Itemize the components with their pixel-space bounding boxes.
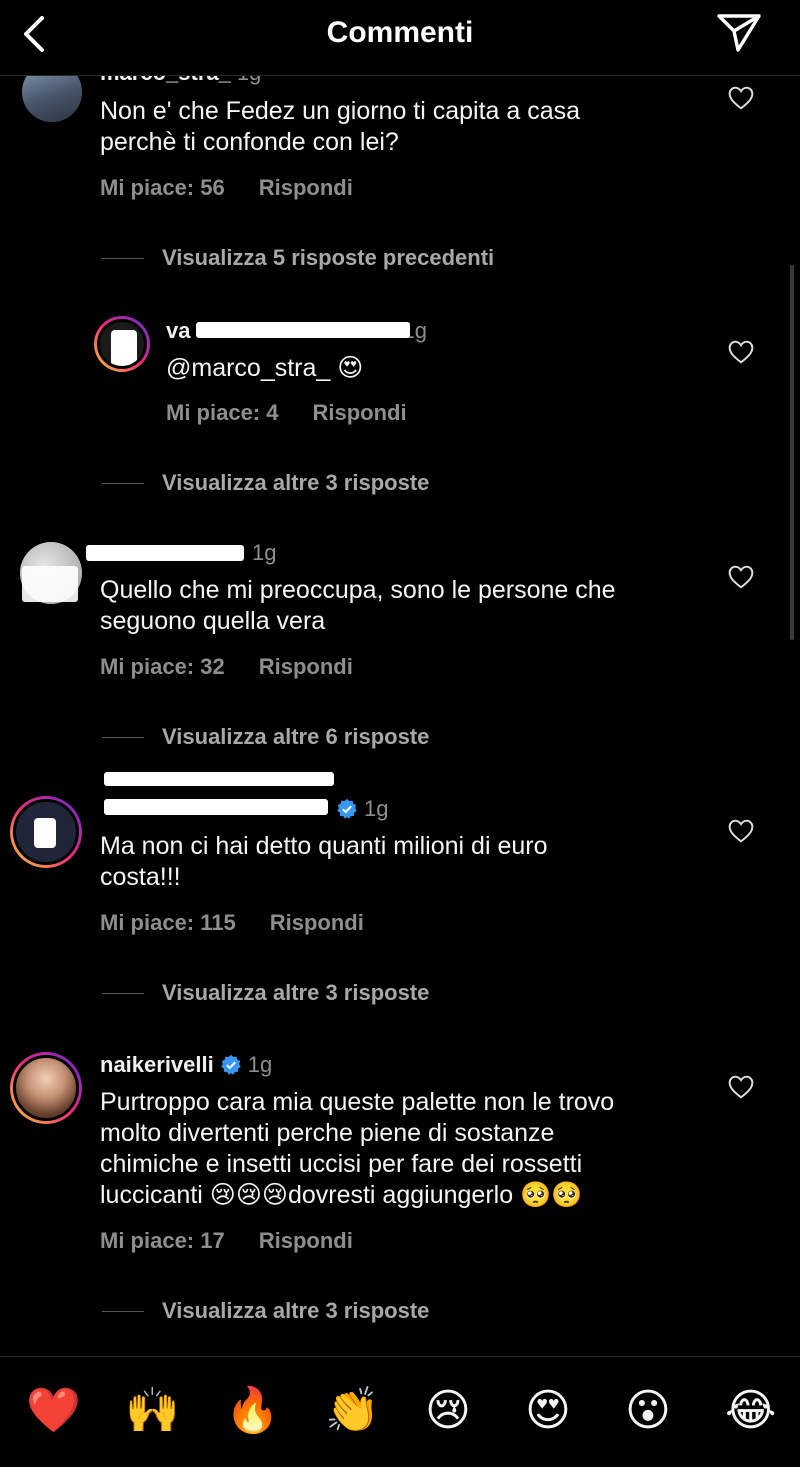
comment-meta: Mi piace: 32 Rispondi: [100, 654, 353, 680]
avatar[interactable]: [10, 1052, 82, 1124]
heart-icon[interactable]: [728, 565, 754, 589]
reply-button[interactable]: Rispondi: [259, 1228, 353, 1254]
divider-line: [102, 257, 144, 259]
raised-hands-emoji-button[interactable]: 🙌: [125, 1387, 180, 1435]
comment-text: Non e' che Fedez un giorno ti capita a c…: [100, 97, 581, 156]
reply-button[interactable]: Rispondi: [312, 400, 406, 426]
heart-icon[interactable]: [728, 86, 754, 110]
heart-eyes-emoji-button[interactable]: 😍: [525, 1387, 571, 1435]
heart-icon[interactable]: [728, 340, 754, 364]
clap-emoji-button[interactable]: 👏: [325, 1387, 380, 1435]
redaction-mark: [22, 566, 78, 602]
heart-icon[interactable]: [728, 819, 754, 843]
comment-time: 1g: [252, 540, 277, 565]
reply-button[interactable]: Rispondi: [259, 654, 353, 680]
comments-feed[interactable]: marco_stra_ 1g Non e' che Fedez un giorn…: [0, 0, 800, 1356]
comment-meta: Mi piace: 115 Rispondi: [100, 910, 364, 936]
avatar[interactable]: [94, 316, 150, 372]
divider-line: [102, 992, 144, 994]
comment-username[interactable]: va: [166, 318, 190, 344]
likes-count[interactable]: Mi piace: 17: [100, 1228, 225, 1254]
comment-meta: Mi piace: 17 Rispondi: [100, 1228, 353, 1254]
comment-username-row: naikerivelli 1g: [100, 1052, 272, 1078]
comment-text: Quello che mi preoccupa, sono le persone…: [100, 576, 616, 635]
top-bar: Commenti: [0, 0, 800, 76]
surprised-emoji-button[interactable]: 😮: [625, 1387, 671, 1435]
crying-emoji-button[interactable]: 😢: [425, 1387, 471, 1435]
view-replies-link[interactable]: Visualizza altre 3 risposte: [102, 1298, 429, 1324]
heart-emoji-button[interactable]: ❤️: [26, 1387, 81, 1435]
page-title: Commenti: [326, 16, 474, 49]
comment-username[interactable]: naikerivelli: [100, 1052, 214, 1078]
scrollbar[interactable]: [790, 265, 794, 640]
redaction-mark: [104, 772, 334, 786]
send-icon[interactable]: [716, 12, 762, 54]
avatar[interactable]: [10, 796, 82, 868]
view-replies-link[interactable]: Visualizza altre 6 risposte: [102, 724, 429, 750]
comment-meta: Mi piace: 4 Rispondi: [166, 400, 407, 426]
likes-count[interactable]: Mi piace: 4: [166, 400, 278, 426]
quick-reaction-bar: ❤️ 🙌 🔥 👏 😢 😍 😮 😂: [0, 1356, 800, 1467]
likes-count[interactable]: Mi piace: 115: [100, 910, 236, 936]
comment-time: 1g: [364, 796, 389, 821]
view-replies-link[interactable]: Visualizza altre 3 risposte: [102, 980, 429, 1006]
comment-text: Ma non ci hai detto quanti milioni di eu…: [100, 832, 548, 891]
verified-badge-icon: [337, 798, 357, 819]
comment-text: @marco_stra_ 😍: [166, 353, 364, 382]
divider-line: [102, 1310, 144, 1312]
comment-username-row: 1g: [336, 796, 388, 822]
divider-line: [102, 482, 144, 484]
redaction-mark: [196, 322, 410, 338]
mention-link[interactable]: @marco_stra_: [166, 354, 330, 382]
view-replies-link[interactable]: Visualizza altre 3 risposte: [102, 470, 429, 496]
redaction-mark: [86, 545, 244, 561]
reply-button[interactable]: Rispondi: [259, 175, 353, 201]
verified-badge-icon: [221, 1054, 241, 1075]
fire-emoji-button[interactable]: 🔥: [225, 1387, 280, 1435]
heart-icon[interactable]: [728, 1075, 754, 1099]
comment-text: Purtroppo cara mia queste palette non le…: [100, 1088, 615, 1209]
laughing-emoji-button[interactable]: 😂: [725, 1387, 776, 1435]
redaction-mark: [104, 799, 328, 815]
view-replies-link[interactable]: Visualizza 5 risposte precedenti: [102, 245, 494, 271]
divider-line: [102, 736, 144, 738]
comment-time: 1g: [247, 1052, 273, 1077]
comment-meta: Mi piace: 56 Rispondi: [100, 175, 353, 201]
reply-button[interactable]: Rispondi: [270, 910, 364, 936]
likes-count[interactable]: Mi piace: 32: [100, 654, 225, 680]
comment-username-row: 1g: [252, 540, 276, 566]
likes-count[interactable]: Mi piace: 56: [100, 175, 225, 201]
